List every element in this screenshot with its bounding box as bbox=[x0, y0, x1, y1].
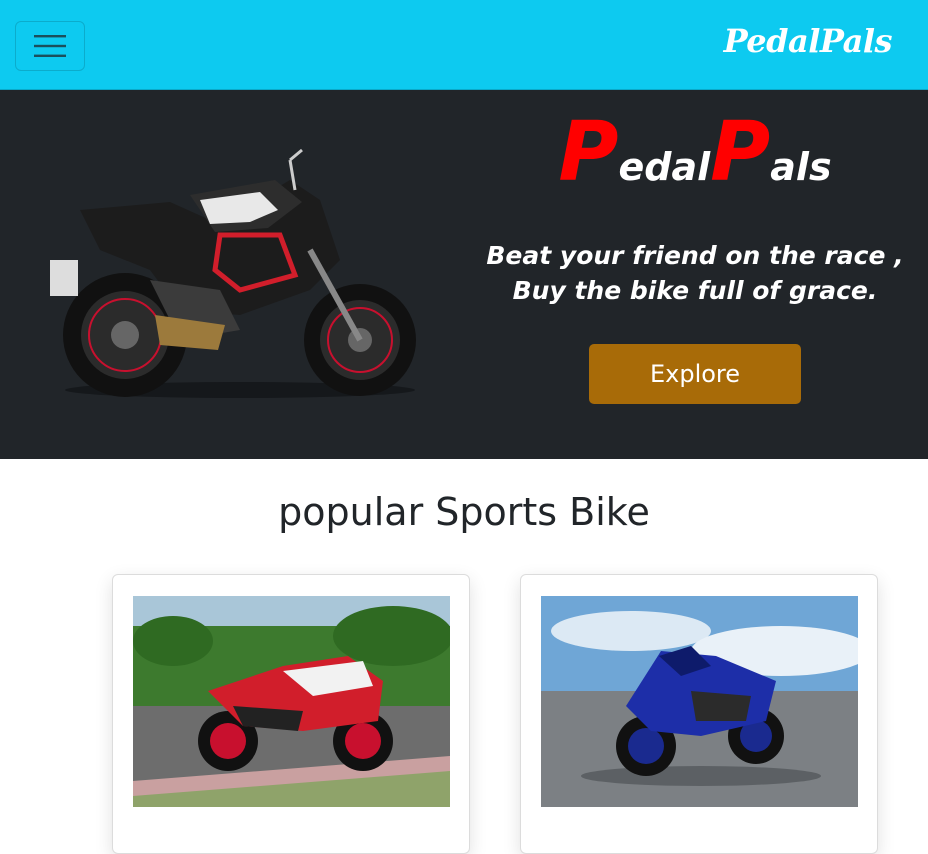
hero-title-letter-p1: P bbox=[558, 105, 619, 200]
hero-title-part1: edal bbox=[618, 145, 711, 189]
bike-card-2[interactable] bbox=[520, 574, 878, 854]
bike-card-image-2 bbox=[541, 596, 858, 807]
hero-title: PedalPals bbox=[470, 105, 920, 200]
explore-button[interactable]: Explore bbox=[589, 344, 801, 404]
bike-card-1[interactable] bbox=[112, 574, 470, 854]
tagline-line-2: Buy the bike full of grace. bbox=[512, 276, 878, 305]
navbar: PedalPals bbox=[0, 0, 928, 90]
bike-card-image-1 bbox=[133, 596, 450, 807]
menu-icon bbox=[34, 35, 66, 57]
hero-section: PedalPals Beat your friend on the race ,… bbox=[0, 90, 928, 459]
hero-title-part2: als bbox=[770, 145, 832, 189]
section-title: popular Sports Bike bbox=[278, 490, 650, 534]
hero-tagline: Beat your friend on the race , Buy the b… bbox=[480, 238, 910, 308]
tagline-line-1: Beat your friend on the race , bbox=[486, 241, 904, 270]
hero-motorcycle-image bbox=[50, 148, 416, 398]
navbar-toggler-button[interactable] bbox=[15, 21, 85, 71]
hero-title-letter-p2: P bbox=[710, 105, 771, 200]
navbar-brand[interactable]: PedalPals bbox=[724, 22, 893, 60]
